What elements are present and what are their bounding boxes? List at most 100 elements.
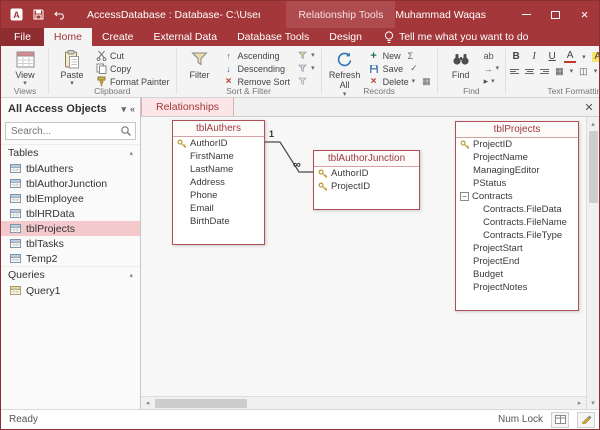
scroll-left-icon[interactable]: ◂ — [141, 397, 154, 410]
field-row-Email[interactable]: Email — [173, 202, 264, 215]
field-row-PStatus[interactable]: PStatus — [456, 177, 578, 190]
filter-button[interactable]: Filter — [181, 48, 219, 80]
document-close-icon[interactable]: ✕ — [579, 98, 599, 116]
scroll-up-icon[interactable]: ▴ — [587, 117, 600, 130]
close-button[interactable]: × — [570, 1, 599, 28]
table-header[interactable]: tblAuthorJunction — [314, 151, 419, 167]
horizontal-scroll-thumb[interactable] — [155, 399, 247, 408]
tell-me-box[interactable]: Tell me what you want to do — [384, 28, 529, 46]
field-row-LastName[interactable]: LastName — [173, 163, 264, 176]
field-row-ProjectEnd[interactable]: ProjectEnd — [456, 255, 578, 268]
nav-item-Temp2[interactable]: Temp2 — [1, 251, 140, 266]
relationship-table-tblAuthers[interactable]: tblAuthersAuthorIDFirstNameLastNameAddre… — [172, 120, 265, 245]
field-row-Contracts.FileName[interactable]: Contracts.FileName — [456, 216, 578, 229]
align-left-icon[interactable] — [510, 69, 519, 74]
field-row-ProjectNotes[interactable]: ProjectNotes — [456, 281, 578, 294]
bold-button[interactable]: B — [510, 52, 522, 62]
selection-button[interactable]: ▾ — [294, 49, 317, 62]
field-name: Contracts.FileData — [483, 204, 562, 215]
field-row-Contracts.FileData[interactable]: Contracts.FileData — [456, 203, 578, 216]
highlight-color-button[interactable]: A — [592, 52, 599, 62]
underline-button[interactable]: U — [546, 52, 558, 62]
field-row-BirthDate[interactable]: BirthDate — [173, 215, 264, 228]
gridlines-icon[interactable]: ▦ — [555, 66, 564, 77]
totals-sigma-icon[interactable]: Σ — [408, 51, 414, 61]
app-logo-icon[interactable]: A — [9, 8, 23, 22]
copy-button[interactable]: Copy — [93, 62, 172, 75]
find-button[interactable]: Find — [442, 48, 480, 80]
align-right-icon[interactable] — [540, 69, 549, 74]
relationship-table-tblProjects[interactable]: tblProjectsProjectIDProjectNameManagingE… — [455, 121, 579, 311]
tab-create[interactable]: Create — [92, 28, 144, 46]
nav-item-tblProjects[interactable]: tblProjects — [1, 221, 140, 236]
relationship-table-tblAuthorJunction[interactable]: tblAuthorJunctionAuthorIDProjectID — [313, 150, 420, 210]
search-icon[interactable] — [120, 125, 132, 140]
tab-relationships[interactable]: Relationships — [141, 98, 234, 116]
field-name: AuthorID — [331, 168, 369, 179]
nav-item-tblAuthorJunction[interactable]: tblAuthorJunction — [1, 176, 140, 191]
paste-button[interactable]: Paste ▾ — [53, 48, 91, 87]
view-button[interactable]: View ▾ — [6, 48, 44, 87]
ascending-button[interactable]: ↑ Ascending — [221, 49, 293, 62]
search-input[interactable] — [6, 123, 135, 139]
field-row-ManagingEditor[interactable]: ManagingEditor — [456, 164, 578, 177]
field-row-ProjectID[interactable]: ProjectID — [314, 180, 419, 193]
table-header[interactable]: tblProjects — [456, 122, 578, 138]
fill-color-icon[interactable]: ◫ — [579, 66, 588, 77]
font-color-button[interactable]: A — [564, 51, 576, 63]
advanced-filter-button[interactable]: ▾ — [294, 62, 317, 75]
nav-item-Query1[interactable]: Query1 — [1, 283, 140, 298]
field-row-Budget[interactable]: Budget — [456, 268, 578, 281]
field-row-Contracts.FileType[interactable]: Contracts.FileType — [456, 229, 578, 242]
goto-button[interactable]: →▾ — [482, 62, 502, 75]
vertical-scroll-thumb[interactable] — [589, 131, 598, 203]
replace-button[interactable]: ab — [482, 49, 502, 62]
align-center-icon[interactable] — [525, 69, 534, 74]
undo-icon[interactable] — [53, 8, 67, 22]
nav-pane-title: All Access Objects — [8, 103, 107, 115]
nav-item-tblAuthers[interactable]: tblAuthers — [1, 161, 140, 176]
field-row-Contracts[interactable]: −Contracts — [456, 190, 578, 203]
descending-button[interactable]: ↓ Descending — [221, 62, 293, 75]
field-row-FirstName[interactable]: FirstName — [173, 150, 264, 163]
field-row-ProjectName[interactable]: ProjectName — [456, 151, 578, 164]
design-view-button[interactable] — [577, 412, 595, 428]
nav-item-tblTasks[interactable]: tblTasks — [1, 236, 140, 251]
save-record-button[interactable]: Save ✓ — [366, 62, 433, 75]
field-row-Address[interactable]: Address — [173, 176, 264, 189]
nav-item-tblHRData[interactable]: tblHRData — [1, 206, 140, 221]
tab-design[interactable]: Design — [319, 28, 372, 46]
scroll-down-icon[interactable]: ▾ — [587, 396, 600, 409]
horizontal-scrollbar[interactable]: ◂ ▸ — [141, 396, 586, 409]
nav-group-tables[interactable]: Tables▴ — [1, 144, 140, 161]
field-row-AuthorID[interactable]: AuthorID — [173, 137, 264, 150]
table-header[interactable]: tblAuthers — [173, 121, 264, 137]
nav-group-queries[interactable]: Queries▴ — [1, 266, 140, 283]
field-name: ProjectName — [473, 152, 528, 163]
field-row-AuthorID[interactable]: AuthorID — [314, 167, 419, 180]
field-row-ProjectID[interactable]: ProjectID — [456, 138, 578, 151]
save-icon[interactable] — [31, 8, 45, 22]
new-record-button[interactable]: + New Σ — [366, 49, 433, 62]
tab-external-data[interactable]: External Data — [143, 28, 227, 46]
field-row-Phone[interactable]: Phone — [173, 189, 264, 202]
many-side-label: ∞ — [293, 159, 301, 171]
maximize-button[interactable] — [541, 1, 570, 28]
datasheet-view-button[interactable] — [551, 412, 569, 428]
tab-file[interactable]: File — [1, 28, 44, 46]
nav-menu-dropdown-icon[interactable]: ▾ — [121, 104, 126, 115]
find-group-label: Find — [438, 86, 506, 96]
scroll-right-icon[interactable]: ▸ — [573, 397, 586, 410]
tab-database-tools[interactable]: Database Tools — [227, 28, 319, 46]
vertical-scrollbar[interactable]: ▴ ▾ — [586, 117, 599, 409]
collapse-minus-icon[interactable]: − — [460, 192, 469, 201]
italic-button[interactable]: I — [528, 52, 540, 62]
signed-in-user[interactable]: Muhammad Waqas — [395, 9, 486, 21]
field-row-ProjectStart[interactable]: ProjectStart — [456, 242, 578, 255]
minimize-button[interactable] — [512, 1, 541, 28]
tab-home[interactable]: Home — [44, 28, 92, 46]
spelling-check-icon[interactable]: ✓ — [410, 63, 418, 74]
nav-item-tblEmployee[interactable]: tblEmployee — [1, 191, 140, 206]
shutter-close-icon[interactable]: « — [130, 104, 135, 114]
cut-button[interactable]: Cut — [93, 49, 172, 62]
